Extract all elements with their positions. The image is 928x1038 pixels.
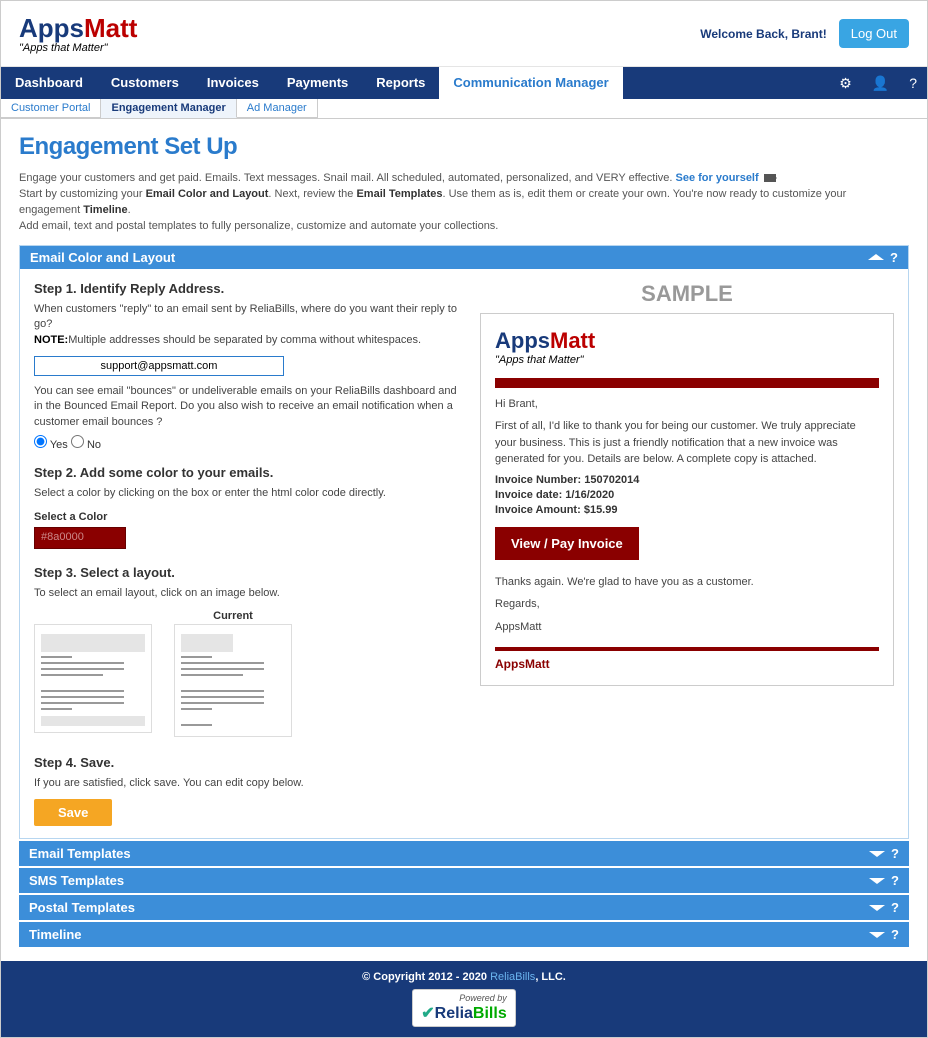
footer: © Copyright 2012 - 2020 ReliaBills, LLC.… <box>1 961 927 1037</box>
layout-option-1[interactable] <box>34 624 152 733</box>
current-label: Current <box>174 610 292 622</box>
logo-matt: Matt <box>84 13 137 43</box>
video-icon[interactable] <box>764 174 776 182</box>
reliabills-link[interactable]: ReliaBills <box>490 971 535 983</box>
nav-customers[interactable]: Customers <box>97 67 193 99</box>
help-icon[interactable]: ? <box>891 873 899 888</box>
subnav-engagement-manager[interactable]: Engagement Manager <box>101 99 236 118</box>
nav-payments[interactable]: Payments <box>273 67 362 99</box>
see-for-yourself-link[interactable]: See for yourself <box>676 172 759 184</box>
nav-reports[interactable]: Reports <box>362 67 439 99</box>
intro-text: Engage your customers and get paid. Emai… <box>19 171 909 235</box>
reply-address-input[interactable] <box>34 356 284 376</box>
logo-apps: Apps <box>19 13 84 43</box>
help-icon[interactable]: ? <box>891 900 899 915</box>
logo: AppsMatt "Apps that Matter" <box>19 13 137 54</box>
step4-text: If you are satisfied, click save. You ca… <box>34 776 464 791</box>
step1-text: When customers "reply" to an email sent … <box>34 302 464 348</box>
step1-title: Step 1. Identify Reply Address. <box>34 281 464 296</box>
panel-help-icon[interactable]: ? <box>890 250 898 265</box>
powered-by-badge: Powered by ✔ReliaBills <box>412 989 515 1027</box>
save-button[interactable]: Save <box>34 799 112 826</box>
bounce-text: You can see email "bounces" or undeliver… <box>34 384 464 430</box>
chevron-down-icon <box>869 851 885 857</box>
subnav-customer-portal[interactable]: Customer Portal <box>1 99 101 118</box>
step2-title: Step 2. Add some color to your emails. <box>34 465 464 480</box>
layout-option-2-current[interactable] <box>174 624 292 737</box>
help-icon[interactable]: ? <box>891 846 899 861</box>
page-title: Engagement Set Up <box>19 133 909 161</box>
sample-title: SAMPLE <box>480 281 894 307</box>
subnav-ad-manager[interactable]: Ad Manager <box>237 99 318 118</box>
radio-yes[interactable]: Yes <box>34 439 68 451</box>
step2-text: Select a color by clicking on the box or… <box>34 486 464 501</box>
panel-email-color-layout: Email Color and Layout ? Step 1. Identif… <box>19 245 909 840</box>
sample-preview: AppsMatt "Apps that Matter" Hi Brant, Fi… <box>480 313 894 687</box>
top-nav: Dashboard Customers Invoices Payments Re… <box>1 67 927 99</box>
chevron-down-icon <box>869 878 885 884</box>
user-icon[interactable]: 👤 <box>862 75 899 92</box>
header: AppsMatt "Apps that Matter" Welcome Back… <box>1 1 927 67</box>
step3-title: Step 3. Select a layout. <box>34 565 464 580</box>
step4-title: Step 4. Save. <box>34 755 464 770</box>
chevron-down-icon <box>869 905 885 911</box>
accordion-email-templates[interactable]: Email Templates? <box>19 841 909 866</box>
color-label: Select a Color <box>34 511 464 523</box>
view-pay-invoice-button[interactable]: View / Pay Invoice <box>495 527 639 560</box>
nav-dashboard[interactable]: Dashboard <box>1 67 97 99</box>
nav-communication-manager[interactable]: Communication Manager <box>439 67 622 99</box>
collapse-icon[interactable] <box>868 254 884 260</box>
logout-button[interactable]: Log Out <box>839 19 909 48</box>
panel-header[interactable]: Email Color and Layout ? <box>20 246 908 269</box>
help-icon[interactable]: ? <box>899 75 927 91</box>
welcome-text: Welcome Back, Brant! <box>700 27 827 41</box>
accordion-postal-templates[interactable]: Postal Templates? <box>19 895 909 920</box>
color-swatch[interactable]: #8a0000 <box>34 527 126 549</box>
chevron-down-icon <box>869 932 885 938</box>
radio-no[interactable]: No <box>71 439 101 451</box>
sub-nav: Customer Portal Engagement Manager Ad Ma… <box>1 99 927 119</box>
help-icon[interactable]: ? <box>891 927 899 942</box>
step3-text: To select an email layout, click on an i… <box>34 586 464 601</box>
bounce-radios: Yes No <box>34 435 464 451</box>
accordion-timeline[interactable]: Timeline? <box>19 922 909 947</box>
nav-invoices[interactable]: Invoices <box>193 67 273 99</box>
accordion-sms-templates[interactable]: SMS Templates? <box>19 868 909 893</box>
gear-icon[interactable]: ⚙ <box>829 75 862 92</box>
